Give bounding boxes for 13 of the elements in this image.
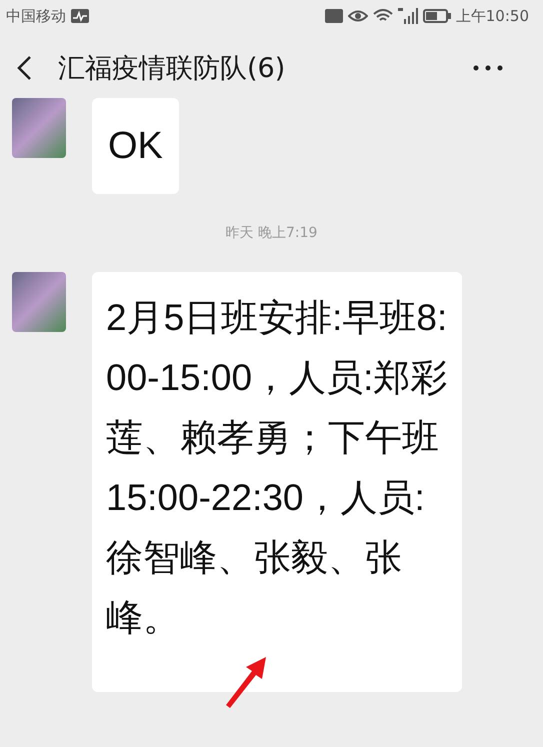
message-bubble: 2月5日班安排:早班8:00-15:00，人员:郑彩莲、赖孝勇；下午班15:00-22:30，人员:徐智峰、张毅、张峰。 bbox=[92, 272, 462, 692]
battery-icon bbox=[422, 9, 451, 23]
message-bubble: OK bbox=[92, 98, 179, 194]
chat-title: 汇福疫情联防队(6) bbox=[58, 52, 286, 86]
eye-icon bbox=[348, 9, 368, 23]
back-icon[interactable] bbox=[16, 55, 32, 81]
wifi-icon bbox=[372, 9, 393, 23]
signal-icon bbox=[398, 8, 418, 24]
carrier-name: 中国移动 bbox=[6, 6, 66, 26]
clock-time: 上午10:50 bbox=[456, 6, 529, 26]
message-timestamp: 昨天 晚上7:19 bbox=[226, 224, 318, 242]
activity-icon bbox=[71, 9, 89, 23]
more-icon[interactable] bbox=[473, 65, 503, 71]
